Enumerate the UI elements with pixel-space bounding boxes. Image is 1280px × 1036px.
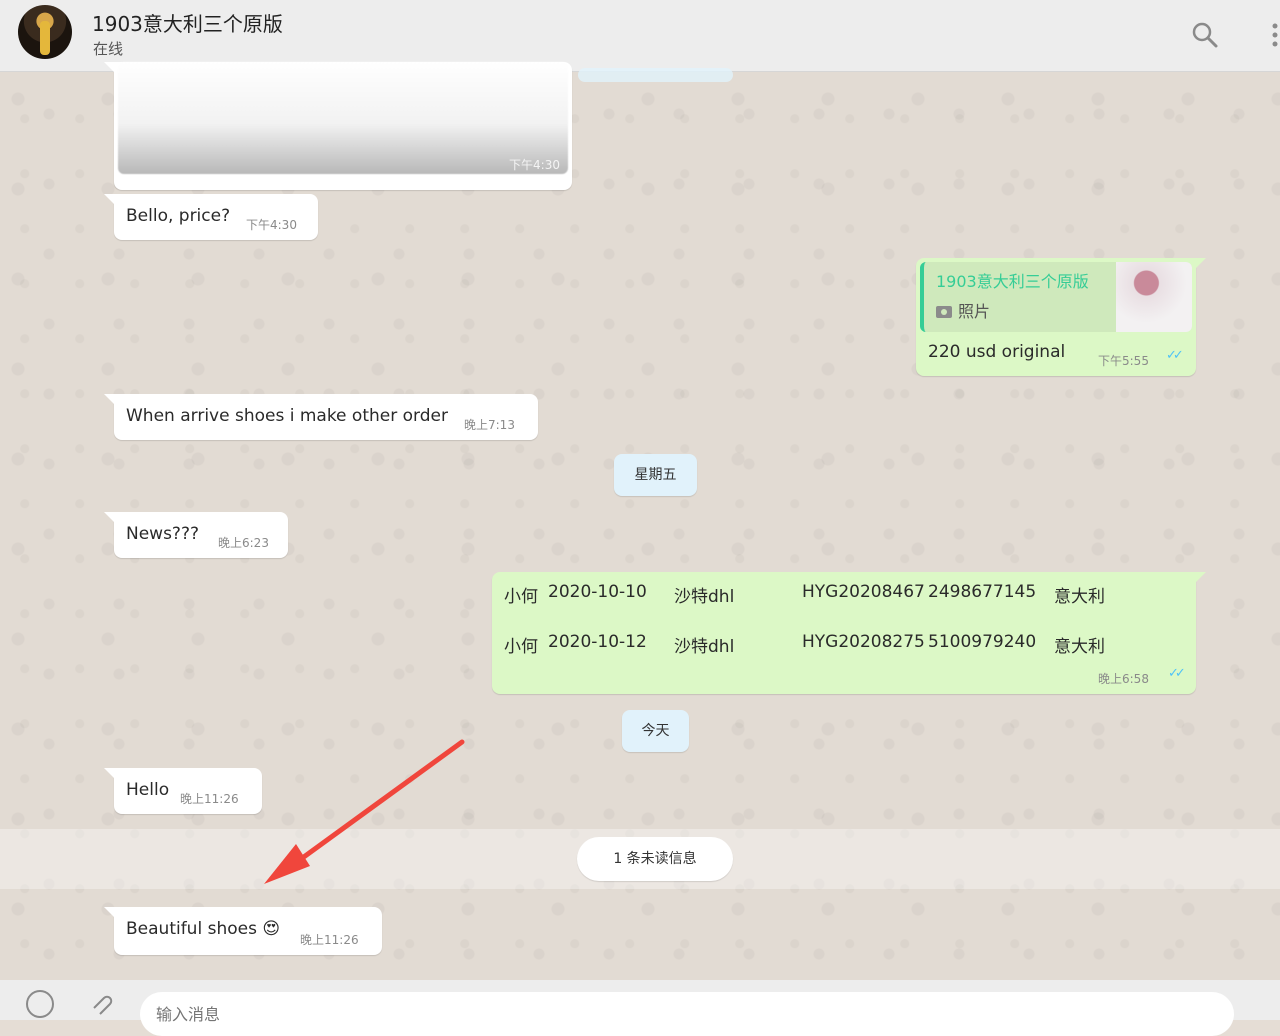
message-time: 晚上6:23	[218, 536, 269, 550]
shipment-carrier: 沙特dhl	[674, 587, 735, 607]
shipment-tracking: 5100979240	[928, 632, 1037, 652]
date-divider: 今天	[622, 710, 689, 752]
quote-thumbnail	[1116, 262, 1192, 332]
shipment-date: 2020-10-10	[548, 582, 647, 602]
message-bubble[interactable]: Bello, price? 下午4:30	[104, 194, 318, 240]
chat-title[interactable]: 1903意大利三个原版	[92, 8, 283, 37]
shipment-country: 意大利	[1054, 587, 1105, 607]
chat-status: 在线	[93, 40, 124, 58]
quoted-message[interactable]: 1903意大利三个原版 照片	[920, 262, 1192, 332]
message-input[interactable]	[140, 992, 1234, 1036]
shipment-name: 小何	[504, 587, 538, 607]
message-bubble[interactable]: Beautiful shoes 😍 晚上11:26	[104, 907, 382, 955]
message-text: Beautiful shoes 😍	[126, 919, 281, 939]
quote-body: 照片	[936, 298, 990, 322]
quote-body-text: 照片	[958, 302, 991, 321]
shipment-code: HYG20208467	[802, 582, 925, 602]
message-time: 下午4:30	[509, 158, 560, 172]
shipment-tracking: 2498677145	[928, 582, 1037, 602]
shipment-code: HYG20208275	[802, 632, 925, 652]
search-icon[interactable]	[1188, 18, 1222, 52]
camera-icon	[936, 306, 952, 318]
chat-panel[interactable]: 下午4:30 Bello, price? 下午4:30 1903意大利三个原版 …	[0, 62, 1280, 980]
shipment-country: 意大利	[1054, 637, 1105, 657]
contact-avatar[interactable]	[18, 5, 72, 59]
shipment-message[interactable]: 小何 2020-10-10 沙特dhl HYG20208467 24986771…	[492, 572, 1206, 694]
shipment-name: 小何	[504, 637, 538, 657]
message-text: 220 usd original	[928, 342, 1066, 362]
message-time: 下午5:55	[1098, 354, 1149, 368]
read-receipt-icon: ✓✓	[1166, 348, 1184, 363]
message-time: 晚上11:26	[300, 933, 359, 947]
message-bubble[interactable]: News??? 晚上6:23	[104, 512, 288, 558]
menu-icon[interactable]	[1258, 18, 1280, 52]
emoji-icon[interactable]	[24, 988, 56, 1020]
read-receipt-icon: ✓✓	[1168, 666, 1186, 681]
message-text: News???	[126, 524, 200, 544]
message-time: 晚上7:13	[464, 418, 515, 432]
reply-message[interactable]: 1903意大利三个原版 照片 220 usd original 下午5:55 ✓…	[916, 258, 1206, 376]
attach-icon[interactable]	[86, 988, 116, 1020]
date-divider: 星期五	[614, 454, 697, 496]
shipment-carrier: 沙特dhl	[674, 637, 735, 657]
message-text: When arrive shoes i make other order	[126, 406, 448, 426]
shipment-date: 2020-10-12	[548, 632, 647, 652]
message-composer	[0, 980, 1280, 1036]
unread-count-pill: 1 条未读信息	[577, 837, 733, 881]
message-time: 下午4:30	[246, 218, 297, 232]
image-message[interactable]: 下午4:30	[104, 62, 572, 190]
message-time: 晚上11:26	[180, 792, 239, 806]
message-bubble[interactable]: When arrive shoes i make other order 晚上7…	[104, 394, 538, 440]
quote-author: 1903意大利三个原版	[936, 272, 1089, 291]
date-pill-partial	[578, 68, 733, 82]
message-text: Bello, price?	[126, 206, 231, 226]
shared-image[interactable]	[118, 62, 568, 174]
message-text: Hello	[126, 780, 170, 800]
message-bubble[interactable]: Hello 晚上11:26	[104, 768, 262, 814]
message-time: 晚上6:58	[1098, 672, 1149, 686]
